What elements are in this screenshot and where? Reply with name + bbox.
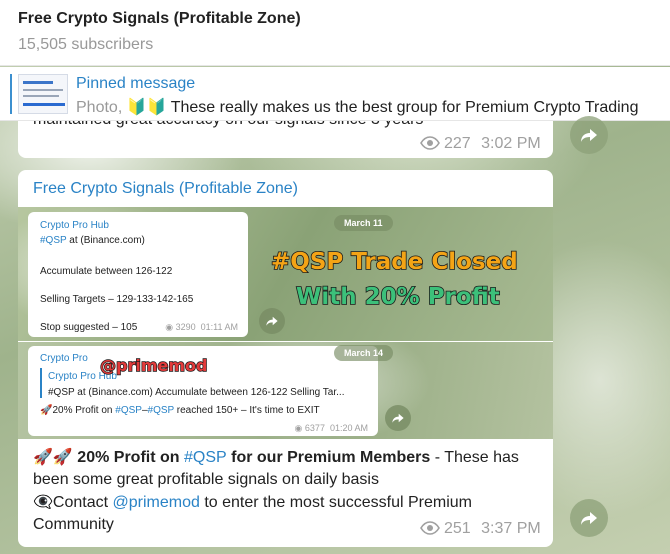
message-meta: 227 3:02 PM	[420, 135, 541, 155]
date-pill: March 11	[334, 215, 393, 231]
view-count: 251	[444, 520, 471, 537]
message-author[interactable]: Free Crypto Signals (Profitable Zone)	[33, 180, 298, 198]
screenshot-line: 🚀20% Profit on #QSP–#QSP reached 150+ – …	[40, 405, 320, 416]
headline-line-2: With 20% Profit	[295, 283, 500, 311]
eye-speech-emoji: 👁‍🗨	[33, 492, 53, 511]
screenshot-meta: ◉ 3290 01:11 AM	[165, 322, 238, 332]
date-pill: March 14	[334, 345, 394, 361]
eye-icon	[420, 521, 440, 540]
pinned-accent-line	[10, 74, 12, 114]
hashtag-link[interactable]: #QSP	[184, 449, 227, 466]
screenshot-line: Accumulate between 126-122	[40, 266, 173, 277]
message-photo[interactable]: Crypto Pro Hub #QSP at (Binance.com) Acc…	[18, 207, 553, 341]
share-button[interactable]	[570, 116, 608, 154]
rocket-emoji: 🚀🚀	[33, 447, 73, 466]
share-icon	[392, 413, 404, 423]
eye-icon: ◉	[165, 322, 174, 332]
chat-header[interactable]: Free Crypto Signals (Profitable Zone) 15…	[0, 0, 670, 66]
screenshot-message: Crypto Pro Crypto Pro Hub #QSP at (Binan…	[28, 346, 378, 436]
screenshot-line: Selling Targets – 129-133-142-165	[40, 294, 194, 305]
screenshot-share	[385, 405, 411, 431]
screenshot-line: #QSP at (Binance.com)	[40, 235, 145, 246]
message-bubble[interactable]: Free Crypto Signals (Profitable Zone) Cr…	[18, 170, 553, 547]
share-button[interactable]	[570, 499, 608, 537]
message-photo[interactable]: Crypto Pro Crypto Pro Hub #QSP at (Binan…	[18, 342, 553, 439]
screenshot-share	[259, 308, 285, 334]
beginner-emoji: 🔰🔰	[126, 97, 167, 116]
quote-line	[40, 368, 42, 398]
headline-line-1: #QSP Trade Closed	[270, 248, 518, 276]
screenshot-line: Stop suggested – 105	[40, 322, 138, 333]
message-meta: 251 3:37 PM	[420, 520, 541, 540]
pinned-type: Photo,	[76, 99, 123, 116]
screenshot-meta: ◉ 6377 01:20 AM	[294, 423, 368, 433]
watermark: @primemod	[99, 355, 208, 375]
share-icon	[581, 129, 597, 142]
eye-icon	[420, 136, 440, 155]
message-text: maintained great accuracy on our signals…	[33, 121, 423, 129]
message-time: 3:37 PM	[481, 520, 541, 537]
quote-text: #QSP at (Binance.com) Accumulate between…	[48, 387, 345, 398]
share-icon	[266, 316, 278, 326]
pinned-label: Pinned message	[76, 75, 196, 92]
share-icon	[581, 512, 597, 525]
view-count: 227	[444, 135, 471, 152]
message-bubble[interactable]: maintained great accuracy on our signals…	[18, 121, 553, 158]
channel-title[interactable]: Free Crypto Signals (Profitable Zone)	[18, 10, 301, 28]
eye-icon: ◉	[294, 423, 303, 433]
pinned-thumbnail	[18, 74, 68, 114]
subscriber-count: 15,505 subscribers	[18, 36, 154, 53]
screenshot-message: Crypto Pro Hub #QSP at (Binance.com) Acc…	[28, 212, 248, 337]
pinned-text: These really makes us the best group for…	[170, 99, 639, 116]
screenshot-source: Crypto Pro Hub	[40, 220, 109, 231]
screenshot-source: Crypto Pro	[40, 353, 88, 364]
message-time: 3:02 PM	[481, 135, 541, 152]
pinned-message-bar[interactable]: Pinned message Photo, 🔰🔰 These really ma…	[0, 67, 670, 121]
mention-link[interactable]: @primemod	[113, 494, 200, 511]
pinned-preview: Photo, 🔰🔰 These really makes us the best…	[76, 97, 638, 117]
